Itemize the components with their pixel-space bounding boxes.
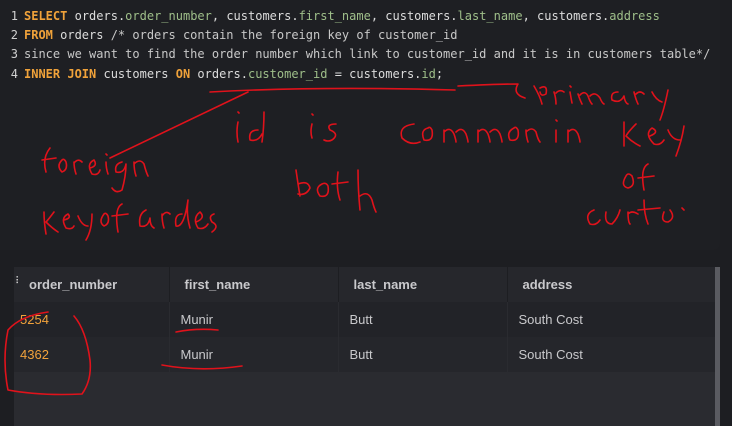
code-line[interactable]: 4 INNER JOIN customers ON orders.customer… <box>0 64 443 84</box>
table-row[interactable]: 4362 Munir Butt South Cost <box>14 337 716 372</box>
line-number: 3 <box>10 47 18 61</box>
line-number: 4 <box>10 67 18 81</box>
cell-last-name[interactable]: Butt <box>338 337 508 372</box>
cell-order-number[interactable]: 4362 <box>14 337 170 372</box>
cell-address[interactable]: South Cost <box>507 337 716 372</box>
code-token: id <box>421 67 436 81</box>
scrollbar-thumb[interactable] <box>715 267 720 426</box>
code-token: address <box>609 9 660 23</box>
code-token: INNER JOIN <box>24 67 97 81</box>
column-header-order-number[interactable]: order_number <box>14 267 170 302</box>
line-number: 1 <box>10 9 18 23</box>
code-token: , <box>522 9 538 23</box>
sql-editor[interactable]: 1 SELECT orders.order_number, customers.f… <box>0 0 720 250</box>
code-token: customers <box>96 67 176 81</box>
code-token: last_name <box>457 9 523 23</box>
drag-handle-icon[interactable]: ⠇ <box>15 277 22 287</box>
code-token: SELECT <box>24 9 68 23</box>
cell-order-number[interactable]: 5254 <box>14 302 170 337</box>
code-token: ON <box>175 67 191 81</box>
code-token: customers. <box>226 9 299 23</box>
code-token: /* orders contain the foreign key of cus… <box>110 28 458 42</box>
code-token: customer_id <box>247 67 328 81</box>
code-token: orders. <box>74 9 126 23</box>
code-token: ; <box>435 67 444 81</box>
header-row: order_number first_name last_name addres… <box>14 267 716 302</box>
cell-first-name[interactable]: Munir <box>169 337 339 372</box>
column-header-address[interactable]: address <box>507 267 716 302</box>
column-header-first-name[interactable]: first_name <box>169 267 339 302</box>
code-token: customers. <box>385 9 458 23</box>
column-header-last-name[interactable]: last_name <box>338 267 508 302</box>
code-token: first_name <box>298 9 371 23</box>
cell-first-name[interactable]: Munir <box>169 302 339 337</box>
code-token: since we want to find the order number w… <box>24 47 711 61</box>
code-token: customers. <box>537 9 610 23</box>
code-line[interactable]: 2 FROM orders /* orders contain the forei… <box>0 25 458 45</box>
line-number: 2 <box>10 28 18 42</box>
results-scrollbar[interactable] <box>715 267 720 426</box>
cell-last-name[interactable]: Butt <box>338 302 508 337</box>
code-token: , <box>370 9 386 23</box>
cell-address[interactable]: South Cost <box>507 302 716 337</box>
results-table: order_number first_name last_name addres… <box>14 267 716 372</box>
table-row[interactable]: 5254 Munir Butt South Cost <box>14 302 716 337</box>
code-token: FROM <box>24 28 53 42</box>
code-token: orders <box>52 28 111 42</box>
results-grid: ⠇ order_number first_name last_name addr… <box>14 267 716 426</box>
code-line[interactable]: 3 since we want to find the order number … <box>0 44 711 64</box>
code-line[interactable]: 1 SELECT orders.order_number, customers.f… <box>0 6 660 26</box>
code-token: orders. <box>190 67 248 81</box>
code-token: = customers. <box>327 67 422 81</box>
code-token: , <box>211 9 227 23</box>
code-token: order_number <box>125 9 212 23</box>
